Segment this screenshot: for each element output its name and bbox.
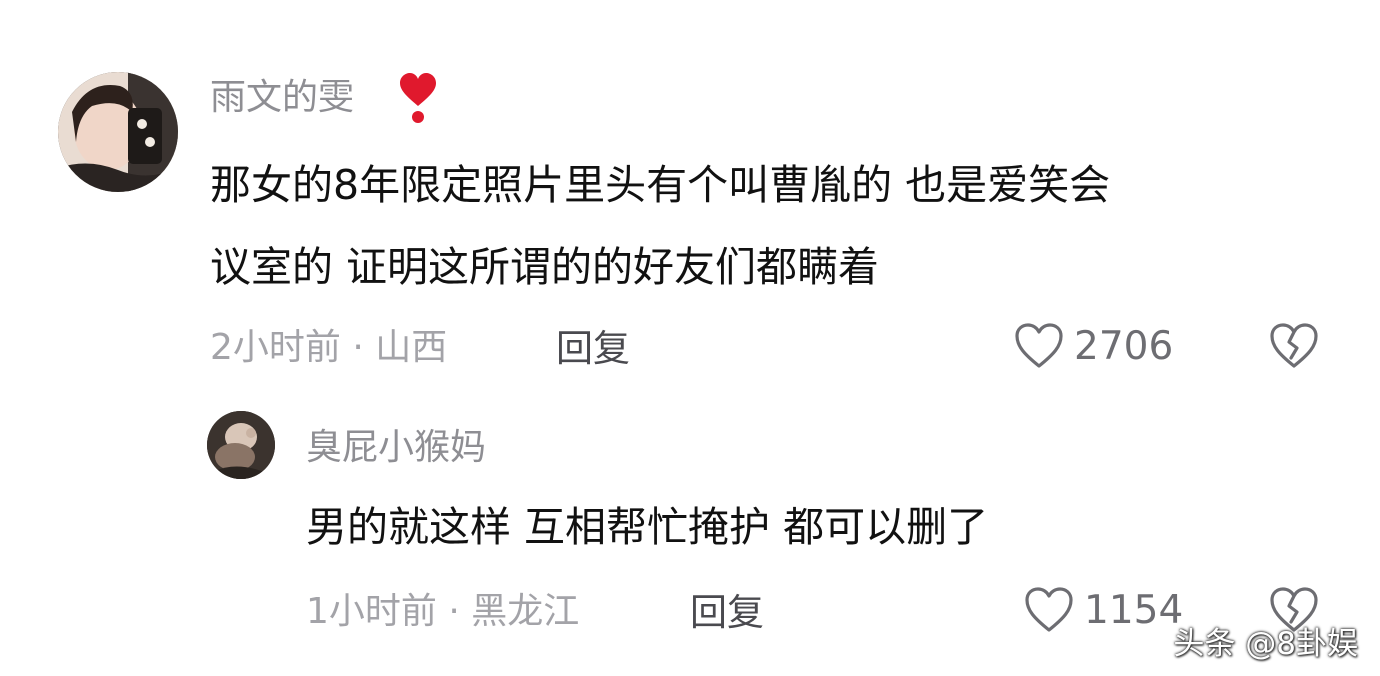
like-count: 2706: [1074, 323, 1174, 369]
broken-heart-icon: [1270, 323, 1318, 368]
comment-text: 那女的8年限定照片里头有个叫曹胤的 也是爱笑会 议室的 证明这所谓的的好友们都瞒…: [210, 144, 1110, 308]
heart-exclamation-emoji-icon: [398, 72, 438, 124]
dislike-button[interactable]: [1268, 322, 1320, 370]
username-text[interactable]: 雨文的雯: [210, 77, 354, 118]
reply-meta: 1小时前 · 黑龙江: [306, 591, 580, 632]
like-button[interactable]: 1154: [1024, 586, 1183, 634]
like-count: 1154: [1084, 587, 1184, 633]
like-button[interactable]: 2706: [1014, 322, 1173, 370]
avatar[interactable]: [58, 72, 178, 192]
avatar[interactable]: [207, 411, 275, 479]
watermark: 头条 @8卦娱: [1173, 626, 1358, 662]
reply-username[interactable]: 臭屁小猴妈: [306, 430, 486, 466]
comment-text-line: 议室的 证明这所谓的的好友们都瞒着: [210, 243, 880, 291]
comment-username[interactable]: 雨文的雯: [210, 80, 354, 116]
heart-outline-icon: [1025, 587, 1073, 632]
avatar-image: [58, 72, 178, 192]
comment-text-line: 那女的8年限定照片里头有个叫曹胤的 也是爱笑会: [210, 161, 1111, 209]
avatar-image: [207, 411, 275, 479]
reply-button[interactable]: 回复: [556, 330, 630, 367]
reply-text: 男的就这样 互相帮忙掩护 都可以删了: [306, 503, 989, 551]
heart-outline-icon: [1015, 323, 1063, 368]
reply-button[interactable]: 回复: [690, 594, 764, 631]
comment-meta: 2小时前 · 山西: [210, 327, 448, 368]
